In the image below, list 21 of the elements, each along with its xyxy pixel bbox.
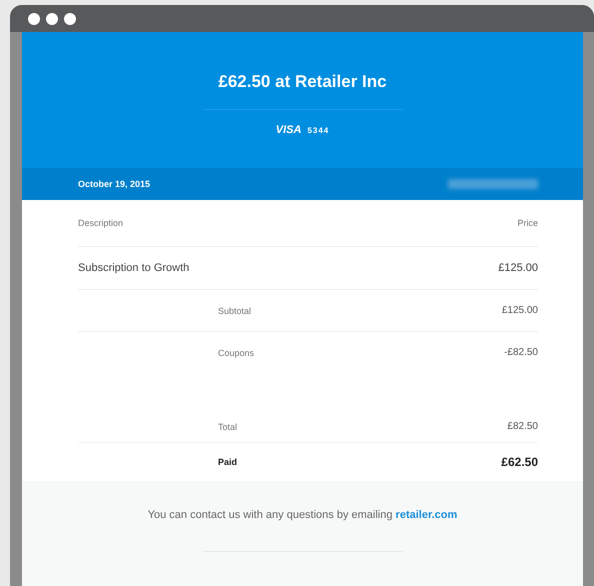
summary-label: Coupons	[218, 348, 254, 358]
receipt-date: October 19, 2015	[78, 179, 150, 189]
summary-amount: £82.50	[507, 421, 538, 432]
summary-label: Total	[218, 422, 238, 432]
window-dot-icon	[28, 12, 40, 24]
summary-amount: £125.00	[502, 305, 538, 316]
card-number: 5344	[307, 126, 330, 135]
contact-note: You can contact us with any questions by emailing retailer.com	[148, 509, 458, 521]
summary-amount: -£82.50	[504, 347, 538, 358]
window-dot-icon	[64, 12, 76, 24]
column-header: Description	[78, 218, 124, 228]
summary-label: Paid	[218, 457, 238, 467]
item-description: Subscription to Growth	[78, 262, 190, 274]
receipt-title: £62.50 at Retailer Inc	[218, 72, 387, 92]
column-header: Price	[517, 218, 538, 228]
summary-label: Subtotal	[218, 306, 252, 316]
card-brand: VISA	[276, 124, 302, 136]
email-link[interactable]: retailer.com	[396, 509, 458, 521]
window-dot-icon	[46, 12, 58, 24]
item-price: £125.00	[498, 262, 538, 274]
summary-amount: £62.50	[501, 455, 538, 469]
